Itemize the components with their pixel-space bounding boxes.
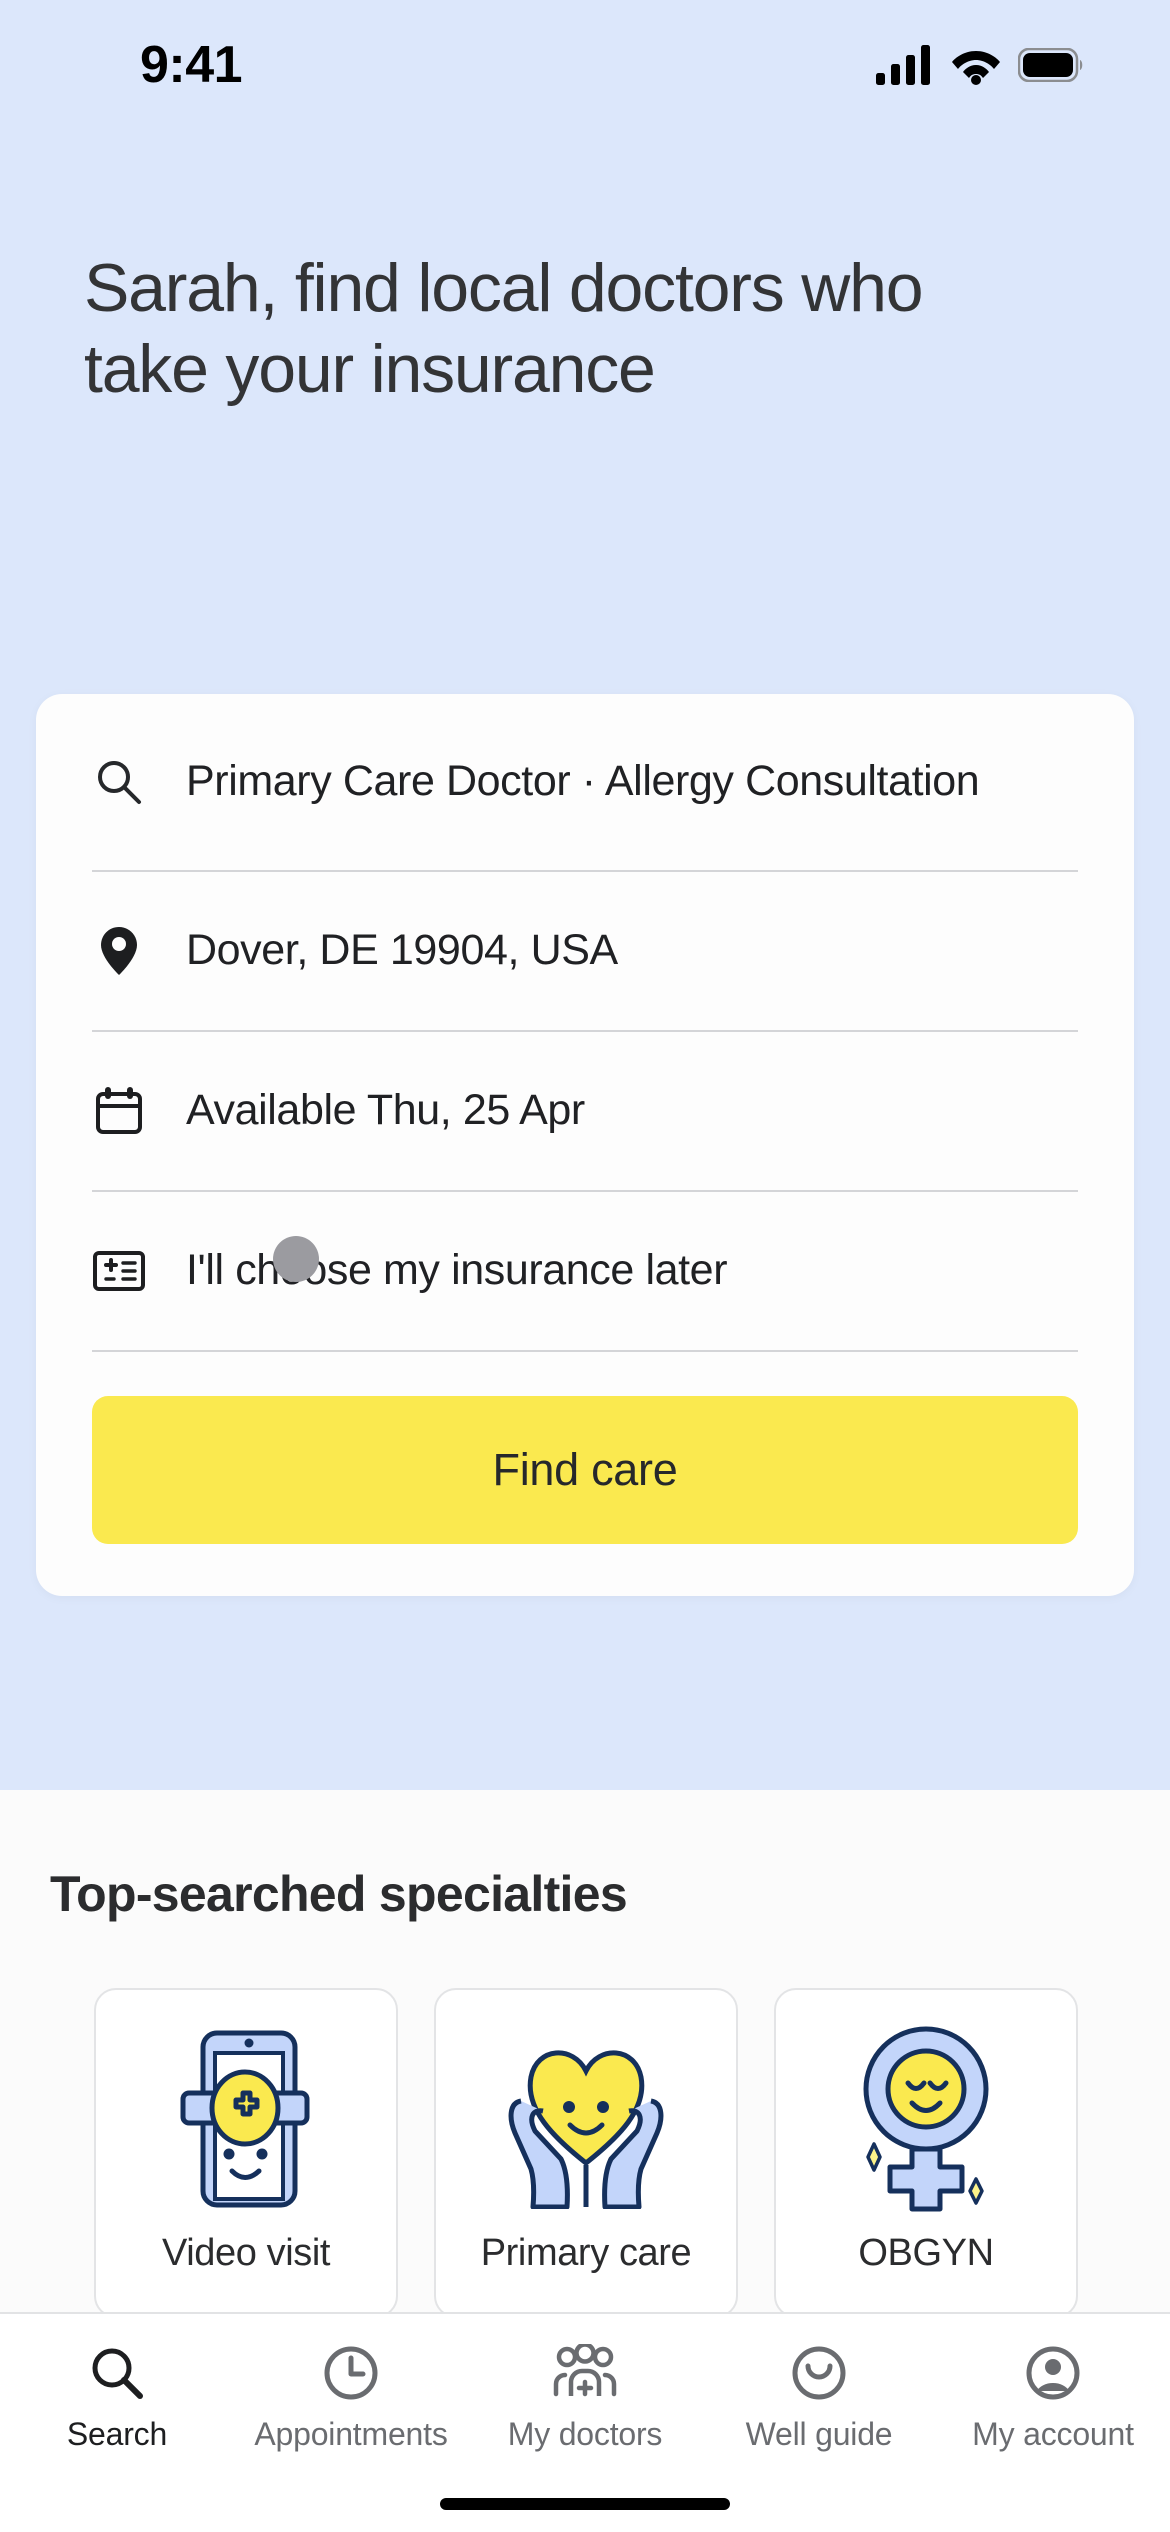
search-icon <box>92 755 146 809</box>
insurance-card-icon <box>92 1244 146 1298</box>
specialties-card-row: Video visit Primary care OBGYN <box>94 1988 1078 2318</box>
battery-full-icon <box>1018 48 1083 82</box>
account-circle-icon <box>1024 2342 1082 2404</box>
specialty-card-primary-care[interactable]: Primary care <box>434 1988 738 2318</box>
find-care-button[interactable]: Find care <box>92 1396 1078 1544</box>
nav-label: Well guide <box>745 2416 893 2452</box>
cellular-signal-icon <box>876 45 930 85</box>
insurance-field[interactable]: I'll choose my insurance later <box>92 1192 1078 1350</box>
calendar-icon <box>92 1084 146 1138</box>
nav-item-my-doctors[interactable]: My doctors <box>468 2342 702 2453</box>
doctors-group-icon <box>552 2342 618 2404</box>
status-indicators <box>876 45 1084 85</box>
search-icon <box>88 2342 146 2404</box>
cursor-indicator <box>273 1236 319 1282</box>
page-title: Sarah, find local doctors who take your … <box>84 250 924 407</box>
status-bar: 9:41 <box>0 0 1170 112</box>
find-care-wrapper: Find care <box>92 1352 1078 1596</box>
nav-label: Appointments <box>254 2416 448 2452</box>
smiley-face-icon <box>790 2342 848 2404</box>
venus-symbol-face-illustration <box>836 2016 1016 2212</box>
specialty-field[interactable]: Primary Care Doctor · Allergy Consultati… <box>92 694 1078 870</box>
specialty-card-obgyn[interactable]: OBGYN <box>774 1988 1078 2318</box>
home-indicator <box>440 2498 730 2510</box>
wifi-icon <box>952 51 1000 85</box>
date-field[interactable]: Available Thu, 25 Apr <box>92 1032 1078 1190</box>
nav-item-well-guide[interactable]: Well guide <box>702 2342 936 2453</box>
nav-item-search[interactable]: Search <box>0 2342 234 2453</box>
nav-label: Search <box>66 2416 168 2452</box>
specialty-label: Primary care <box>480 2232 692 2274</box>
specialty-value: Primary Care Doctor · Allergy Consultati… <box>186 757 980 806</box>
phone-medical-cross-face-illustration <box>161 2016 331 2212</box>
search-card: Primary Care Doctor · Allergy Consultati… <box>36 694 1134 1596</box>
nav-label: My doctors <box>507 2416 663 2452</box>
insurance-value: I'll choose my insurance later <box>186 1246 728 1295</box>
hands-holding-heart-illustration <box>491 2016 681 2212</box>
date-value: Available Thu, 25 Apr <box>186 1086 585 1135</box>
specialties-title: Top-searched specialties <box>50 1866 628 1922</box>
specialty-card-video-visit[interactable]: Video visit <box>94 1988 398 2318</box>
nav-item-appointments[interactable]: Appointments <box>234 2342 468 2453</box>
location-pin-icon <box>92 924 146 978</box>
location-value: Dover, DE 19904, USA <box>186 926 618 975</box>
location-field[interactable]: Dover, DE 19904, USA <box>92 872 1078 1030</box>
nav-item-my-account[interactable]: My account <box>936 2342 1170 2453</box>
clock-icon <box>322 2342 380 2404</box>
specialty-label: OBGYN <box>858 2232 994 2274</box>
nav-label: My account <box>972 2416 1134 2452</box>
status-time: 9:41 <box>140 36 243 94</box>
specialty-label: Video visit <box>161 2232 331 2274</box>
